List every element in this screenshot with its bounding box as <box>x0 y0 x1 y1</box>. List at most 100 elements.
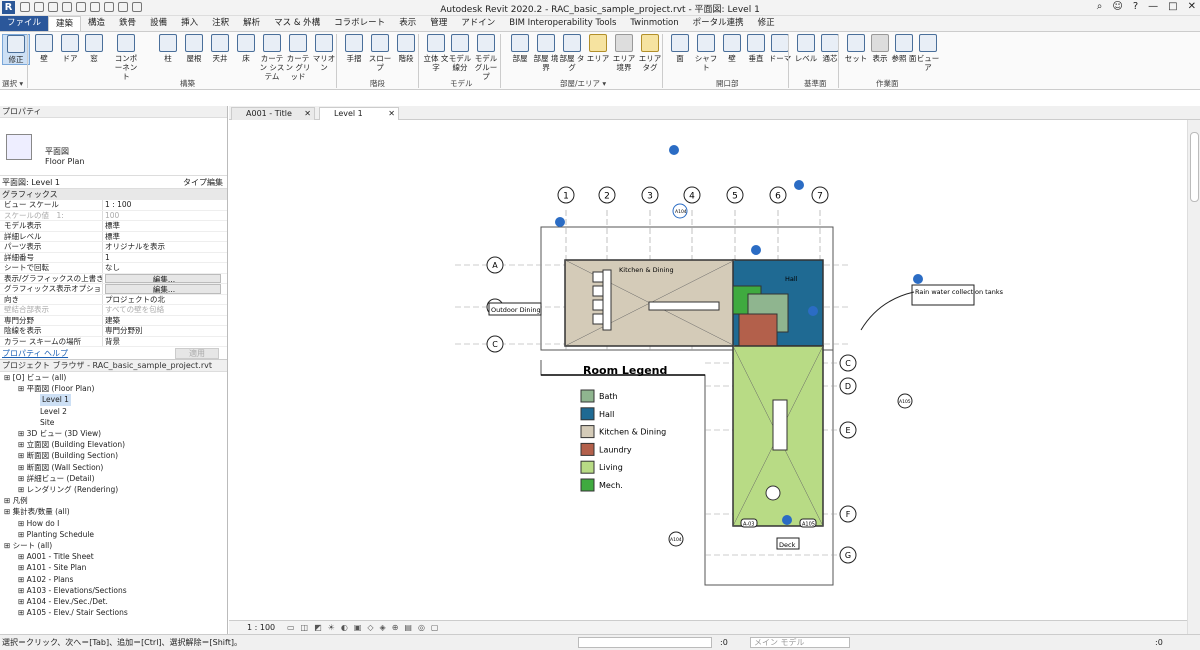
drawing-canvas[interactable]: 1234567ABCCDEFGKitchen & DiningHallOutdo… <box>229 120 1187 620</box>
property-value[interactable]: 1 : 100 <box>103 200 227 210</box>
help-icon[interactable]: ? <box>1133 1 1138 12</box>
browser-item[interactable]: ⊞ シート (all) <box>0 540 227 551</box>
minimize-icon[interactable]: — <box>1148 1 1158 12</box>
expand-icon[interactable]: ⊞ <box>18 575 27 584</box>
browser-item[interactable]: ⊞ How do I <box>0 518 227 529</box>
browser-item[interactable]: ⊞ A103 - Elevations/Sections <box>0 585 227 596</box>
ribbon-button-18[interactable]: 部屋 <box>506 34 534 63</box>
expand-icon[interactable]: ⊞ <box>18 552 27 561</box>
ribbon-group-label[interactable]: 開口部 <box>716 78 739 89</box>
view-control-icons[interactable]: ▭◫◩☀◐▣◇◈⊕▤◎▢ <box>287 621 445 634</box>
expand-icon[interactable]: ⊞ <box>4 496 13 505</box>
browser-item[interactable]: ⊞ A105 - Elev./ Stair Sections <box>0 607 227 618</box>
user-icon[interactable]: ☺ <box>1112 1 1122 12</box>
ribbon-button-0[interactable]: 修正 <box>2 34 30 65</box>
property-value[interactable]: 編集... <box>105 284 221 294</box>
expand-icon[interactable]: ⊞ <box>18 440 27 449</box>
ribbon-button-1[interactable]: 壁 <box>30 34 58 63</box>
expand-icon[interactable]: ⊞ <box>18 463 27 472</box>
browser-item[interactable]: ⊞ A102 - Plans <box>0 574 227 585</box>
property-row[interactable]: パーツ表示 オリジナルを表示 <box>0 242 227 253</box>
browser-item[interactable]: ⊞ 3D ビュー (3D View) <box>0 428 227 439</box>
browser-item[interactable]: Site <box>0 417 227 428</box>
tab-menu-3[interactable]: 鉄骨 <box>112 16 143 31</box>
ribbon-button-9[interactable]: カーテン システム <box>258 34 286 81</box>
ribbon-button-11[interactable]: マリオン <box>310 34 338 72</box>
type-selector[interactable]: 平面図 Floor Plan <box>0 118 227 176</box>
ribbon-button-30[interactable]: 通芯 <box>816 34 844 63</box>
browser-item[interactable]: ⊞ [O] ビュー (all) <box>0 372 227 383</box>
edit-type-button[interactable]: タイプ編集 <box>183 176 223 189</box>
expand-icon[interactable]: ⊞ <box>18 519 27 528</box>
ribbon-button-4[interactable]: コンポーネント <box>112 34 140 81</box>
ribbon-button-25[interactable]: シャフト <box>692 34 720 72</box>
ribbon-button-23[interactable]: エリア タグ <box>636 34 664 72</box>
browser-item[interactable]: ⊞ A101 - Site Plan <box>0 562 227 573</box>
property-row[interactable]: カラー スキームの場所 背景 <box>0 336 227 347</box>
expand-icon[interactable]: ⊞ <box>18 474 27 483</box>
property-row[interactable]: 詳細レベル 標準 <box>0 231 227 242</box>
ribbon-button-34[interactable]: ビューア <box>914 34 942 72</box>
tab-menu-15[interactable]: ポータル連携 <box>686 16 751 31</box>
graphics-category[interactable]: グラフィックス <box>0 189 227 200</box>
tab-menu-4[interactable]: 設備 <box>143 16 174 31</box>
browser-item[interactable]: ⊞ 立面図 (Building Elevation) <box>0 439 227 450</box>
ribbon-group-label[interactable]: モデル <box>450 78 473 89</box>
browser-item[interactable]: ⊞ 平面図 (Floor Plan) <box>0 383 227 394</box>
property-row[interactable]: 陰線を表示 専門分野別 <box>0 326 227 337</box>
browser-item[interactable]: ⊞ レンダリング (Rendering) <box>0 484 227 495</box>
ribbon-button-14[interactable]: 階段 <box>392 34 420 63</box>
ribbon-button-10[interactable]: カーテン グリッド <box>284 34 312 81</box>
ribbon-button-28[interactable]: ドーマ <box>766 34 794 63</box>
tab-menu-12[interactable]: アドイン <box>454 16 502 31</box>
property-row[interactable]: 向き プロジェクトの北 <box>0 294 227 305</box>
property-row[interactable]: 表示/グラフィックスの上書き 編集... <box>0 273 227 284</box>
expand-icon[interactable]: ⊞ <box>18 563 27 572</box>
browser-item[interactable]: ⊞ 詳細ビュー (Detail) <box>0 473 227 484</box>
property-row[interactable]: 詳細番号 1 <box>0 252 227 263</box>
vertical-scrollbar[interactable] <box>1187 120 1200 634</box>
ribbon-button-19[interactable]: 部屋 境界 <box>532 34 560 72</box>
browser-item[interactable]: ⊞ 集計表/数量 (all) <box>0 506 227 517</box>
property-row[interactable]: グラフィックス表示オプション 編集... <box>0 284 227 295</box>
ribbon-button-22[interactable]: エリア 境界 <box>610 34 638 72</box>
ribbon-button-6[interactable]: 屋根 <box>180 34 208 63</box>
ribbon-group-label[interactable]: 階段 <box>370 78 385 89</box>
ribbon-button-5[interactable]: 柱 <box>154 34 182 63</box>
expand-icon[interactable]: ⊞ <box>18 530 27 539</box>
expand-icon[interactable]: ⊞ <box>18 429 27 438</box>
expand-icon[interactable]: ⊞ <box>18 608 27 617</box>
expand-icon[interactable]: ⊞ <box>18 451 27 460</box>
ribbon-button-21[interactable]: エリア <box>584 34 612 63</box>
ribbon-button-13[interactable]: スロープ <box>366 34 394 72</box>
expand-icon[interactable]: ⊞ <box>4 541 13 550</box>
apply-button[interactable]: 適用 <box>175 348 219 359</box>
expand-icon[interactable]: ⊞ <box>4 373 13 382</box>
property-row[interactable]: ビュー スケール 1 : 100 <box>0 200 227 211</box>
design-option-combo[interactable]: メイン モデル <box>750 637 850 648</box>
workset-combo[interactable] <box>578 637 712 648</box>
expand-icon[interactable]: ⊞ <box>4 507 13 516</box>
ribbon-button-24[interactable]: 面 <box>666 34 694 63</box>
ribbon-button-3[interactable]: 窓 <box>80 34 108 63</box>
tab-title-sheet[interactable]: A001 - Title Sheet ✕ <box>231 107 315 130</box>
tab-menu-5[interactable]: 挿入 <box>174 16 205 31</box>
property-value[interactable]: 編集... <box>105 273 221 283</box>
ribbon-group-label[interactable]: 構築 <box>180 78 195 89</box>
browser-item[interactable]: ⊞ A001 - Title Sheet <box>0 551 227 562</box>
browser-item[interactable]: ⊞ Planting Schedule <box>0 529 227 540</box>
tab-menu-14[interactable]: Twinmotion <box>623 16 685 31</box>
ribbon-group-label[interactable]: 部屋/エリア ▾ <box>560 78 606 89</box>
property-value[interactable]: 背景 <box>103 337 227 347</box>
tab-menu-8[interactable]: マス & 外構 <box>267 16 327 31</box>
ribbon-button-20[interactable]: 部屋 タグ <box>558 34 586 72</box>
property-value[interactable]: 1 <box>103 253 227 263</box>
ribbon-group-label[interactable]: 選択 ▾ <box>2 78 23 89</box>
browser-item[interactable]: ⊞ A104 - Elev./Sec./Det. <box>0 596 227 607</box>
tab-menu-9[interactable]: コラボレート <box>327 16 392 31</box>
property-row[interactable]: 壁結合部表示 すべての壁を包絡 <box>0 305 227 316</box>
search-icon[interactable]: ⌕ <box>1097 1 1103 12</box>
close-tab-icon[interactable]: ✕ <box>388 108 395 120</box>
tab-menu-13[interactable]: BIM Interoperability Tools <box>502 16 623 31</box>
property-value[interactable]: すべての壁を包絡 <box>103 305 227 315</box>
